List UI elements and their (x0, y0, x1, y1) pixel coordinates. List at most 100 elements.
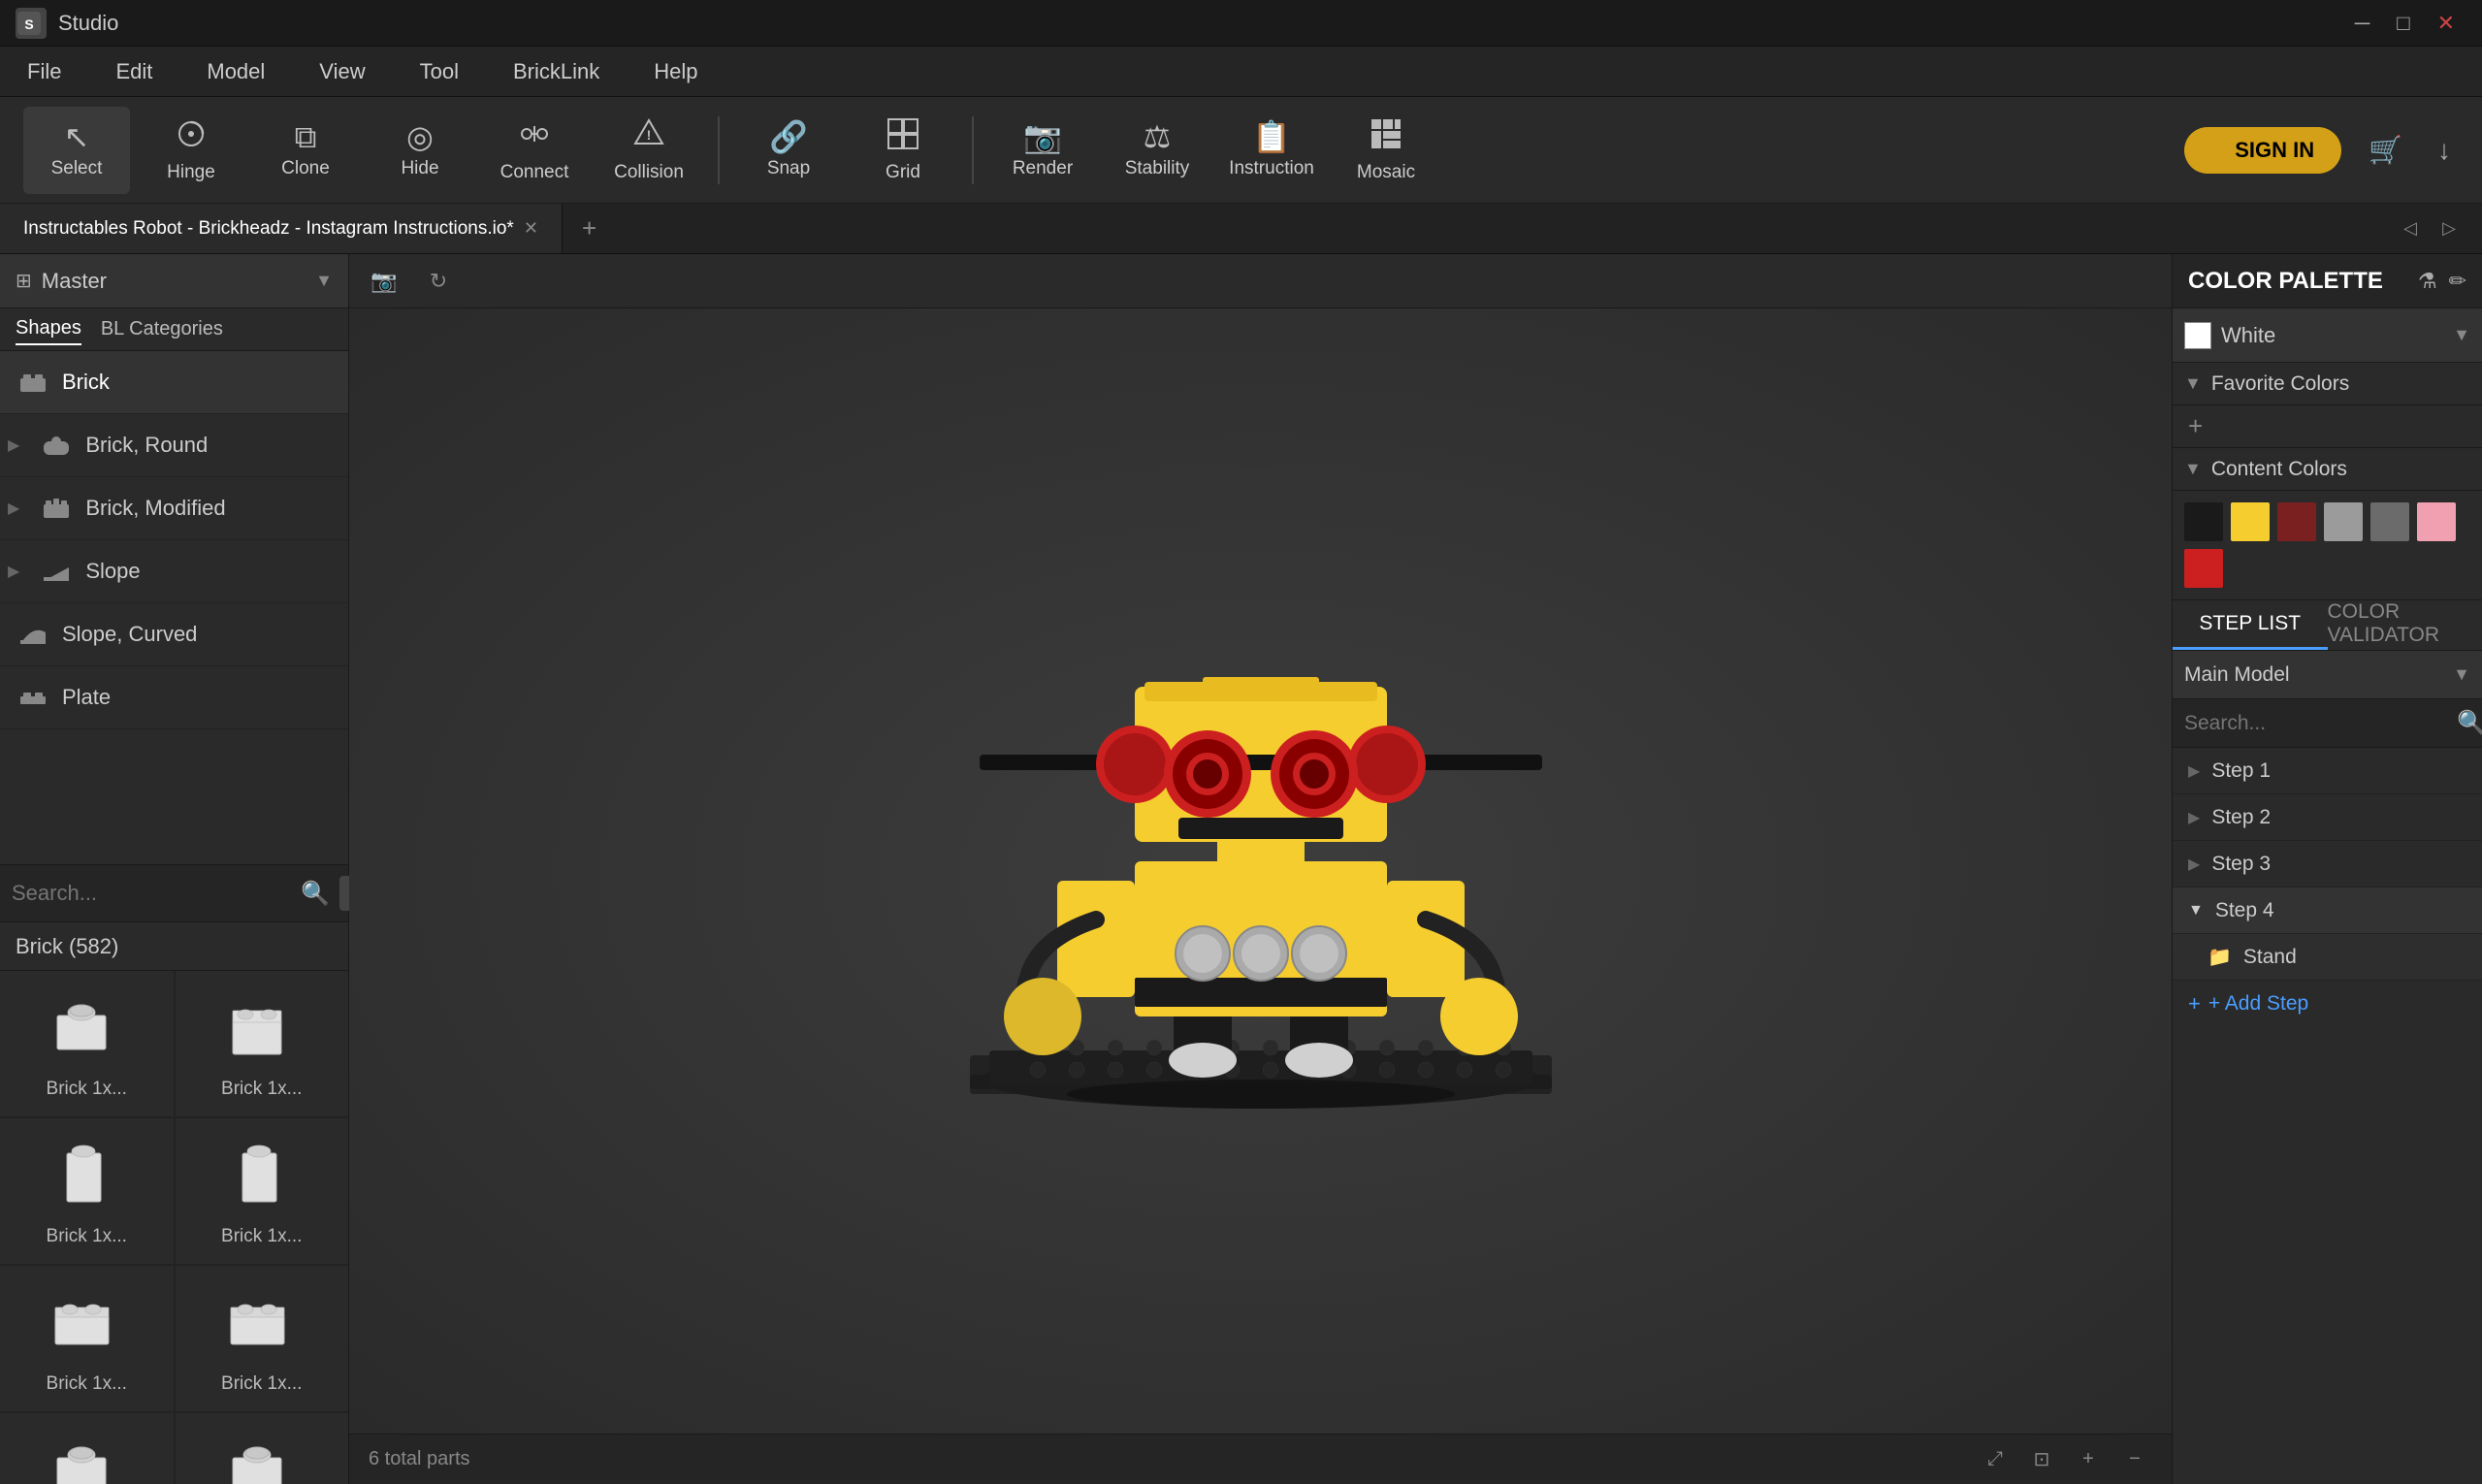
user-button[interactable]: ↓ (2430, 127, 2459, 174)
part-brick-v2-icon (48, 1434, 125, 1484)
sign-in-button[interactable]: ● SIGN IN (2184, 127, 2341, 174)
add-favorite-button[interactable]: + (2188, 411, 2203, 441)
close-button[interactable]: ✕ (2426, 7, 2466, 40)
tool-render[interactable]: 📷 Render (989, 107, 1096, 194)
tool-stability[interactable]: ⚖ Stability (1104, 107, 1210, 194)
menu-file[interactable]: File (19, 53, 69, 90)
tool-hinge[interactable]: Hinge (138, 107, 244, 194)
minimize-button[interactable]: ─ (2343, 7, 2382, 40)
color-dark-red[interactable] (2277, 502, 2316, 541)
clone-label: Clone (281, 158, 330, 179)
canvas-area: 📷 ↻ (349, 254, 2172, 1484)
stand-item[interactable]: 📁 Stand (2173, 934, 2482, 981)
status-buttons: ⤢ ⊡ + − (1978, 1442, 2152, 1477)
main-tab[interactable]: Instructables Robot - Brickheadz - Insta… (0, 204, 563, 253)
category-brick[interactable]: Brick (0, 351, 348, 414)
menu-view[interactable]: View (311, 53, 372, 90)
shapes-tab-shapes[interactable]: Shapes (16, 313, 81, 345)
tab-step-list[interactable]: STEP LIST (2173, 600, 2328, 650)
zoom-out-button[interactable]: − (2117, 1442, 2152, 1477)
color-red[interactable] (2184, 549, 2223, 588)
part-item[interactable]: Brick 1x... (0, 1413, 174, 1484)
color-black[interactable] (2184, 502, 2223, 541)
shapes-tab-bl-categories[interactable]: BL Categories (101, 314, 223, 344)
rotate-button[interactable]: ↻ (419, 262, 458, 301)
tool-connect[interactable]: Connect (481, 107, 588, 194)
maximize-button[interactable]: □ (2385, 7, 2421, 40)
parts-grid: Brick 1x... Brick 1x... (0, 971, 348, 1484)
filter-icon[interactable]: ⚗ (2418, 269, 2437, 294)
menu-help[interactable]: Help (646, 53, 705, 90)
add-tab-button[interactable]: + (563, 204, 616, 253)
mosaic-icon (1369, 116, 1403, 156)
search-input[interactable] (12, 881, 291, 906)
menu-bricklink[interactable]: BrickLink (505, 53, 607, 90)
stability-label: Stability (1125, 158, 1190, 179)
category-brick-round[interactable]: ▶ Brick, Round (0, 414, 348, 477)
favorite-colors-header[interactable]: ▼ Favorite Colors (2173, 363, 2482, 405)
content-colors-header[interactable]: ▼ Content Colors (2173, 448, 2482, 491)
part-item[interactable]: Brick 1x... (176, 1413, 349, 1484)
color-dark-gray[interactable] (2370, 502, 2409, 541)
plate-category-icon (16, 680, 50, 715)
category-plate[interactable]: Plate (0, 666, 348, 729)
collision-label: Collision (614, 162, 684, 183)
master-dropdown[interactable]: ⊞ Master ▼ (0, 254, 348, 308)
color-light-gray[interactable] (2324, 502, 2363, 541)
zoom-in-button[interactable]: + (2071, 1442, 2106, 1477)
step-3-item[interactable]: ▶ Step 3 (2173, 841, 2482, 887)
part-item[interactable]: Brick 1x... (176, 971, 349, 1116)
tab-prev-button[interactable]: ◁ (2393, 211, 2428, 246)
category-slope[interactable]: ▶ Slope (0, 540, 348, 603)
tool-clone[interactable]: ⧉ Clone (252, 107, 359, 194)
cart-button[interactable]: 🛒 (2361, 126, 2410, 174)
camera-button[interactable]: 📷 (365, 262, 403, 301)
menu-model[interactable]: Model (199, 53, 273, 90)
add-step-button[interactable]: + + Add Step (2173, 981, 2482, 1027)
tool-instruction[interactable]: 📋 Instruction (1218, 107, 1325, 194)
part-item[interactable]: Brick 1x... (0, 1118, 174, 1264)
part-item[interactable]: Brick 1x... (176, 1266, 349, 1411)
menu-tool[interactable]: Tool (412, 53, 467, 90)
stability-icon: ⚖ (1144, 121, 1172, 152)
step-2-item[interactable]: ▶ Step 2 (2173, 794, 2482, 841)
toolbar: ↖ Select Hinge ⧉ Clone ◎ Hide Connect (0, 97, 2482, 204)
edit-palette-button[interactable]: ✏ (2449, 269, 2466, 294)
tab-color-validator[interactable]: COLOR VALIDATOR (2328, 600, 2482, 650)
canvas[interactable] (349, 308, 2172, 1434)
tool-hide[interactable]: ◎ Hide (367, 107, 473, 194)
step-4-item[interactable]: ▼ Step 4 (2173, 887, 2482, 934)
sign-in-label: SIGN IN (2235, 138, 2314, 163)
toolbar-separator-2 (972, 116, 974, 184)
shape-list: Brick ▶ Brick, Round ▶ (0, 351, 348, 864)
part-item[interactable]: Brick 1x... (0, 1266, 174, 1411)
color-pink[interactable] (2417, 502, 2456, 541)
fullscreen-button[interactable]: ⤢ (1978, 1442, 2013, 1477)
step-1-label: Step 1 (2211, 759, 2466, 783)
category-slope-curved[interactable]: Slope, Curved (0, 603, 348, 666)
part-item[interactable]: Brick 1x... (176, 1118, 349, 1264)
category-brick-modified[interactable]: ▶ Brick, Modified (0, 477, 348, 540)
step-1-item[interactable]: ▶ Step 1 (2173, 748, 2482, 794)
tab-close-button[interactable]: ✕ (524, 218, 538, 239)
robot-illustration (921, 532, 1600, 1210)
part-label: Brick 1x... (47, 1373, 127, 1395)
step-search-input[interactable] (2184, 712, 2447, 735)
favorite-section-arrow-icon: ▼ (2184, 373, 2202, 394)
tool-mosaic[interactable]: Mosaic (1333, 107, 1439, 194)
tab-next-button[interactable]: ▷ (2432, 211, 2466, 246)
selected-color-swatch (2184, 322, 2211, 349)
snap-icon: 🔗 (769, 121, 808, 152)
selected-color-name: White (2221, 323, 2443, 348)
tool-snap[interactable]: 🔗 Snap (735, 107, 842, 194)
tool-collision[interactable]: ! Collision (596, 107, 702, 194)
color-selector[interactable]: White ▼ (2173, 308, 2482, 363)
fit-button[interactable]: ⊡ (2024, 1442, 2059, 1477)
tool-select[interactable]: ↖ Select (23, 107, 130, 194)
part-brick-tall-icon (48, 1139, 125, 1216)
menu-edit[interactable]: Edit (108, 53, 160, 90)
part-item[interactable]: Brick 1x... (0, 971, 174, 1116)
tool-grid[interactable]: Grid (850, 107, 956, 194)
model-dropdown[interactable]: Main Model ▼ (2173, 651, 2482, 699)
color-yellow[interactable] (2231, 502, 2270, 541)
